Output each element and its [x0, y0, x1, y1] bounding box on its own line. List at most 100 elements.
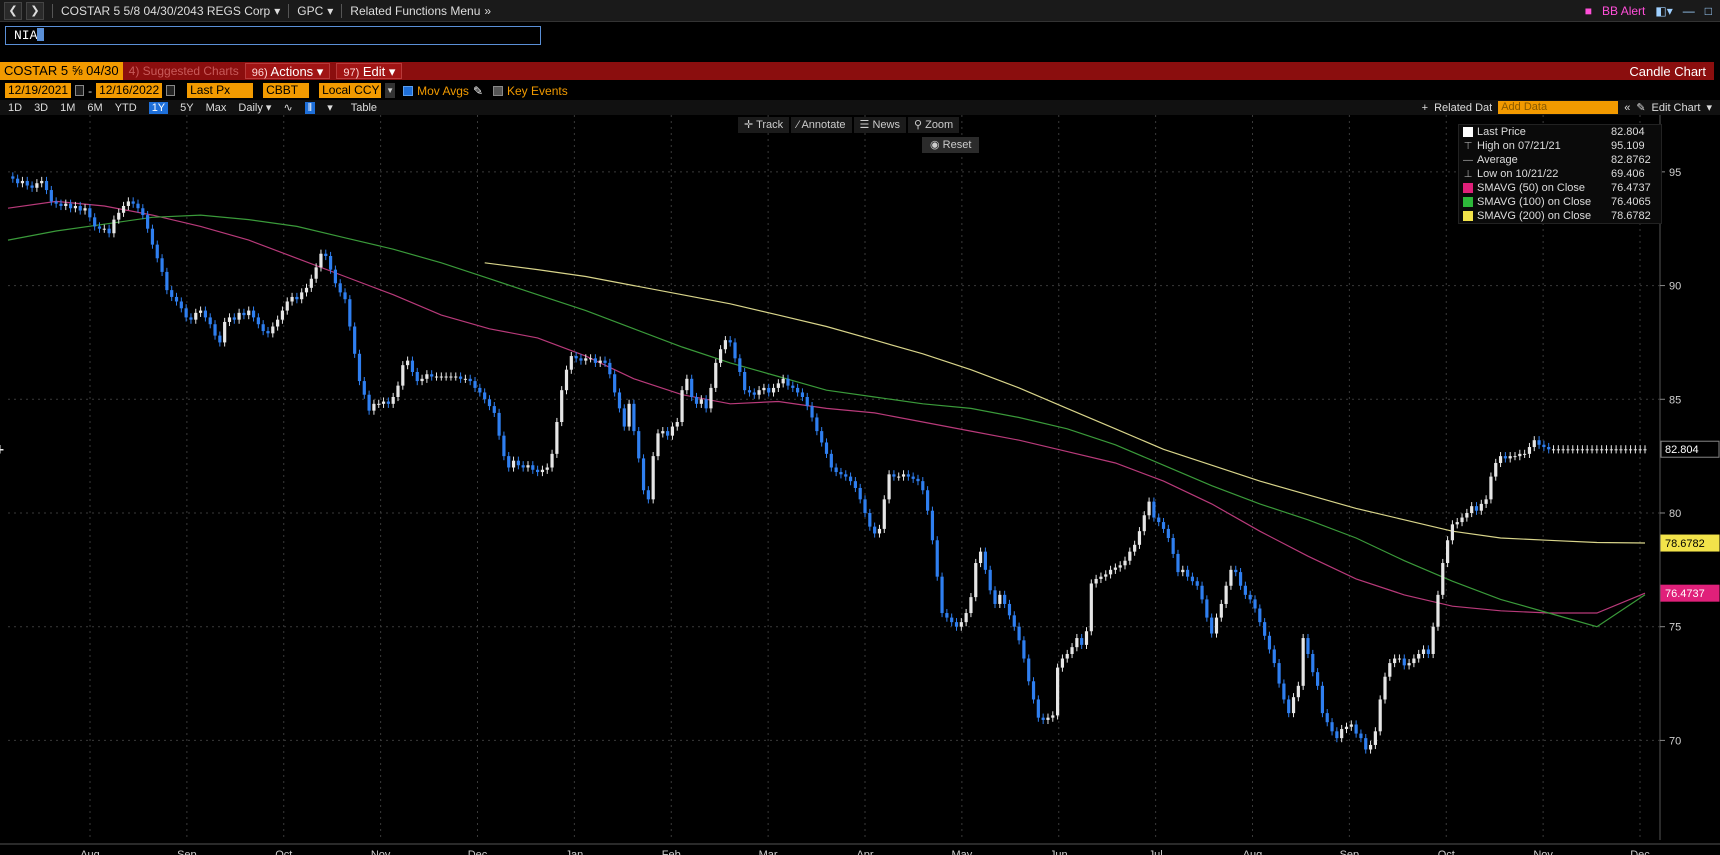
candle-body [1359, 733, 1363, 739]
edit-chart-button[interactable]: Edit Chart [1652, 102, 1701, 114]
legend-row-last-price[interactable]: Last Price 82.804 [1459, 125, 1661, 139]
pencil-icon[interactable]: ✎ [473, 84, 483, 98]
chevron-down-icon[interactable]: ▾ [1706, 101, 1712, 114]
candle-body [897, 476, 901, 478]
chevron-down-icon[interactable]: ▼ [385, 83, 396, 98]
candle-body [974, 563, 978, 598]
add-data-input[interactable]: Add Data [1498, 101, 1619, 114]
candle-body [377, 403, 381, 405]
mov-avgs-checkbox[interactable] [403, 85, 414, 96]
price-chart[interactable]: 70 75 80 85 90 95 Aug Sep Oct Nov Dec Jan Feb Mar Apr M… [0, 115, 1720, 855]
security-title[interactable]: COSTAR 5 5/8 04/30/2043 REGS Corp [61, 4, 270, 18]
period-ytd[interactable]: YTD [115, 102, 137, 114]
legend-value: 82.804 [1611, 126, 1645, 138]
command-input[interactable]: NIA [5, 26, 541, 45]
candle-body [88, 208, 92, 218]
candle-body [873, 526, 877, 534]
chart-legend[interactable]: Last Price 82.804 ⊤ High on 07/21/21 95.109… [1458, 124, 1662, 224]
plus-icon[interactable]: + [1422, 102, 1428, 114]
legend-row-sma100[interactable]: SMAVG (100) on Close 76.4065 [1459, 195, 1661, 209]
candle-body [1354, 724, 1358, 734]
security-short-field[interactable]: COSTAR 5 ⅝ 04/30 [0, 62, 123, 80]
candle-body [926, 490, 930, 511]
mov-avgs-label[interactable]: Mov Avgs [417, 84, 469, 98]
period-1d[interactable]: 1D [8, 102, 22, 114]
frequency-select[interactable]: Daily ▾ [238, 101, 271, 114]
back-arrow-icon[interactable]: ❮ [4, 1, 22, 20]
candle-body [1229, 569, 1233, 586]
end-date-field[interactable]: 12/16/2022 [96, 83, 163, 98]
key-events-label[interactable]: Key Events [507, 84, 568, 98]
candle-body [1407, 663, 1411, 666]
actions-label: Actions [270, 64, 314, 79]
candle-body [901, 474, 906, 477]
edit-button[interactable]: 97) Edit ▾ [336, 63, 403, 79]
candle-chart-icon[interactable]: ‖ [304, 101, 316, 114]
candle-body [1210, 617, 1214, 634]
candle-body [632, 403, 636, 432]
candle-body [54, 201, 58, 204]
track-button[interactable]: ✛ Track [738, 117, 790, 133]
currency-select[interactable]: Local CCY [319, 83, 382, 98]
legend-row-sma50[interactable]: SMAVG (50) on Close 76.4737 [1459, 181, 1661, 195]
chevron-down-icon[interactable]: ▾ [327, 101, 333, 114]
candle-body [786, 378, 790, 386]
bb-alert-button[interactable]: BB Alert [1602, 4, 1645, 18]
candle-body [1017, 626, 1021, 641]
candle-body [728, 340, 732, 343]
candle-body [1099, 576, 1103, 579]
chevron-down-icon[interactable]: ▾ [274, 4, 280, 18]
candle-body [1397, 658, 1402, 660]
candle-body [1291, 697, 1296, 714]
candle-body [1147, 501, 1151, 516]
chevron-down-icon[interactable]: ▾ [327, 4, 333, 18]
news-button[interactable]: ☰ News [853, 117, 906, 133]
chart-svg[interactable]: 70 75 80 85 90 95 Aug Sep Oct Nov Dec Jan Feb Mar Apr M… [0, 115, 1720, 855]
annotate-button[interactable]: ∕ Annotate [791, 117, 852, 133]
x-tick-label: Dec [1630, 849, 1650, 855]
period-5y[interactable]: 5Y [180, 102, 193, 114]
line-chart-icon[interactable]: ∿ [283, 101, 292, 114]
table-button[interactable]: Table [351, 102, 377, 114]
actions-button[interactable]: 96) Actions ▾ [244, 63, 331, 79]
calendar-icon[interactable] [166, 85, 176, 96]
candle-body [83, 208, 87, 211]
candle-body [738, 358, 742, 372]
candle-body [1441, 563, 1445, 595]
y-tick-label: 85 [1669, 394, 1681, 406]
period-1y[interactable]: 1Y [148, 101, 169, 114]
candle-body [1075, 638, 1079, 648]
period-3d[interactable]: 3D [34, 102, 48, 114]
start-date-field[interactable]: 12/19/2021 [5, 83, 72, 98]
double-chevron-icon[interactable]: « [1624, 102, 1630, 114]
pencil-icon[interactable]: ✎ [1636, 101, 1645, 114]
reset-button[interactable]: ◉ Reset [922, 137, 980, 153]
field-select[interactable]: Last Px [187, 83, 254, 98]
zoom-button[interactable]: ⚲ Zoom [907, 117, 960, 133]
window-maximize-icon[interactable]: □ [1705, 4, 1712, 18]
candle-body [574, 356, 578, 359]
key-events-checkbox[interactable] [493, 85, 503, 96]
period-1m[interactable]: 1M [60, 102, 75, 114]
window-minimize-icon[interactable]: — [1683, 4, 1695, 18]
bell-icon[interactable]: ■ [1585, 4, 1592, 18]
candle-body [507, 456, 511, 468]
legend-row-sma200[interactable]: SMAVG (200) on Close 78.6782 [1459, 209, 1661, 223]
source-select[interactable]: CBBT [263, 83, 310, 98]
candle-body [107, 228, 111, 234]
candle-body [1417, 653, 1421, 659]
function-name[interactable]: GPC [297, 4, 323, 18]
suggested-charts-button[interactable]: 4) Suggested Charts [129, 64, 239, 78]
calendar-icon[interactable] [75, 85, 85, 96]
forward-arrow-icon[interactable]: ❯ [26, 1, 44, 20]
related-functions-menu[interactable]: Related Functions Menu [350, 4, 480, 18]
candle-body [1056, 667, 1060, 716]
window-restore-icon[interactable]: ◧▾ [1655, 4, 1672, 18]
period-max[interactable]: Max [206, 102, 227, 114]
related-data-button[interactable]: Related Dat [1434, 102, 1492, 114]
candle-body [1003, 594, 1007, 604]
period-6m[interactable]: 6M [87, 102, 102, 114]
double-chevron-icon[interactable]: » [484, 4, 491, 18]
candle-body [102, 228, 106, 230]
candle-body [1595, 449, 1599, 451]
